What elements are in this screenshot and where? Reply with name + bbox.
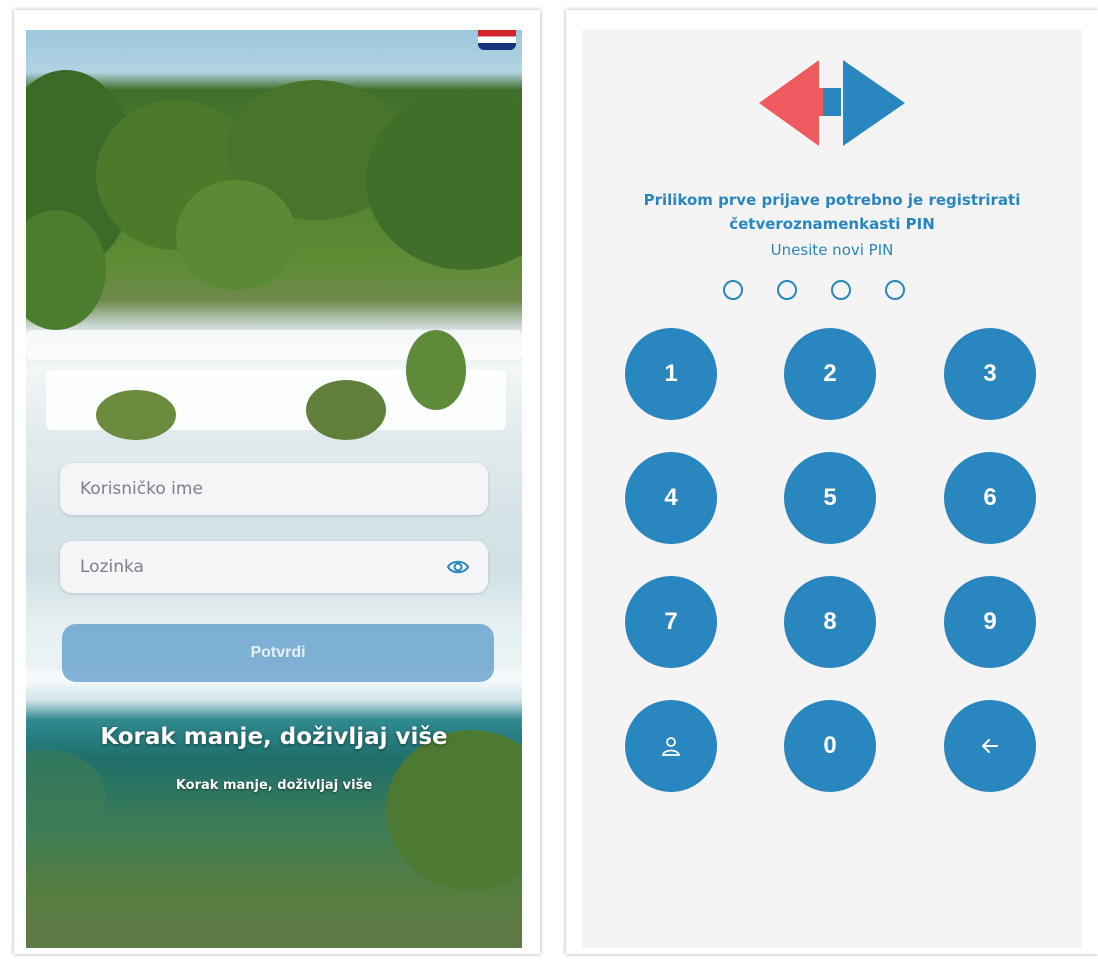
pin-instruction-line2: četveroznamenkasti PIN — [729, 215, 935, 233]
password-placeholder: Lozinka — [80, 557, 144, 577]
pin-instruction-line1: Prilikom prve prijave potrebno je regist… — [643, 191, 1021, 209]
pin-instruction: Prilikom prve prijave potrebno je regist… — [582, 188, 1082, 236]
key-1[interactable]: 1 — [625, 328, 717, 420]
user-login-button[interactable] — [625, 700, 717, 792]
pin-dot — [885, 280, 905, 300]
pin-dot — [723, 280, 743, 300]
bush-shape — [386, 730, 522, 890]
key-8[interactable]: 8 — [784, 576, 876, 668]
tagline-heading: Korak manje, doživljaj više — [100, 724, 448, 750]
password-field[interactable]: Lozinka — [60, 541, 488, 593]
key-4[interactable]: 4 — [625, 452, 717, 544]
app-logo-icon — [759, 60, 905, 146]
key-0[interactable]: 0 — [784, 700, 876, 792]
key-3[interactable]: 3 — [944, 328, 1036, 420]
key-2[interactable]: 2 — [784, 328, 876, 420]
key-5[interactable]: 5 — [784, 452, 876, 544]
moss-shape — [306, 380, 386, 440]
backspace-button[interactable] — [944, 700, 1036, 792]
waterfall-background-image: Korisničko ime Lozinka Potvrdi Korak man… — [26, 30, 522, 948]
user-icon — [661, 737, 681, 756]
username-field[interactable]: Korisničko ime — [60, 463, 488, 515]
confirm-button[interactable]: Potvrdi — [62, 624, 494, 682]
pin-subtitle: Unesite novi PIN — [770, 241, 894, 259]
key-6[interactable]: 6 — [944, 452, 1036, 544]
login-phone-frame: Korisničko ime Lozinka Potvrdi Korak man… — [14, 10, 540, 954]
back-arrow-icon — [982, 739, 998, 753]
tagline-subheading: Korak manje, doživljaj više — [175, 778, 373, 793]
key-7[interactable]: 7 — [625, 576, 717, 668]
forest-shape — [176, 180, 296, 290]
eye-icon[interactable] — [446, 556, 470, 578]
pin-screen: Prilikom prve prijave potrebno je regist… — [582, 30, 1082, 948]
pin-phone-frame: Prilikom prve prijave potrebno je regist… — [566, 10, 1098, 954]
pin-dot — [777, 280, 797, 300]
key-9[interactable]: 9 — [944, 576, 1036, 668]
pin-dot — [831, 280, 851, 300]
croatia-flag-icon[interactable] — [478, 30, 516, 50]
pin-indicator — [723, 280, 943, 304]
bush-shape — [26, 750, 106, 840]
moss-shape — [96, 390, 176, 440]
moss-shape — [406, 330, 466, 410]
username-placeholder: Korisničko ime — [80, 479, 203, 499]
